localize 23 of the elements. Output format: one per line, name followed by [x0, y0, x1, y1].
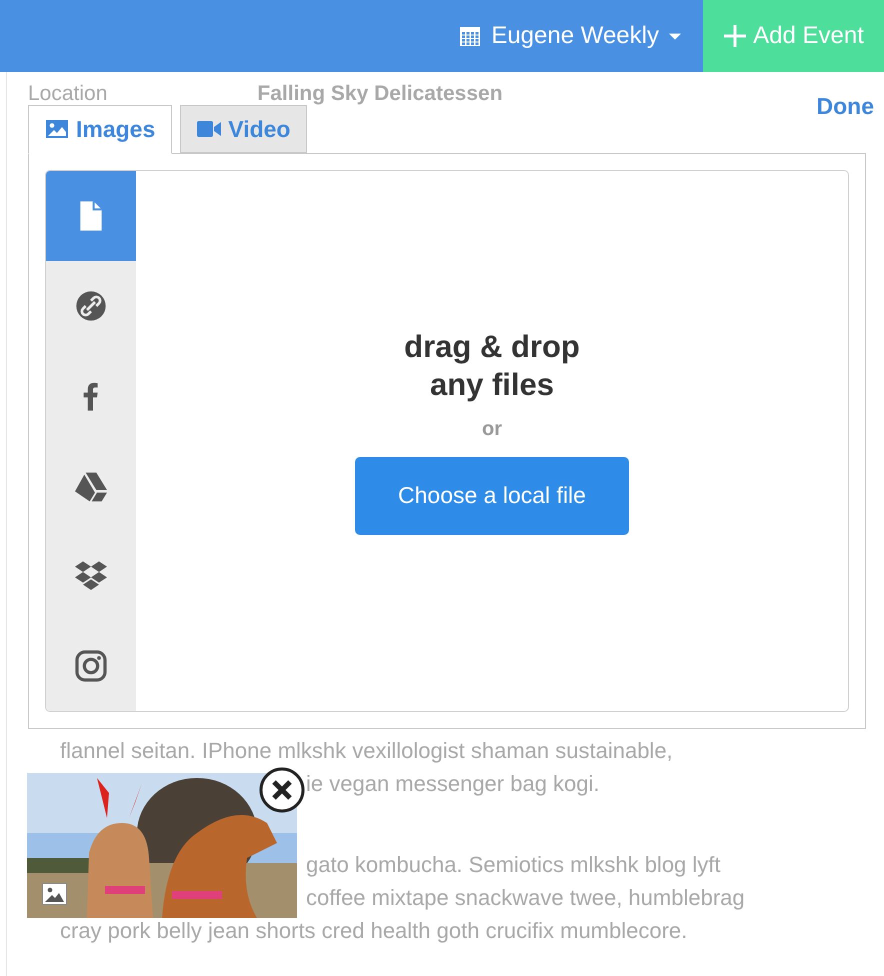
plus-icon	[723, 24, 748, 48]
media-tab[interactable]: Video	[180, 105, 308, 153]
calendar-icon	[459, 25, 482, 47]
description-line: flannel seitan. IPhone mlkshk vexillologist shaman sustainable,	[60, 737, 673, 765]
location-label: Location	[28, 82, 108, 106]
done-button[interactable]: Done	[810, 92, 880, 121]
choose-file-button[interactable]: Choose a local file	[355, 456, 629, 534]
calendar-dropdown[interactable]: Eugene Weekly	[437, 0, 703, 72]
or-label: or	[482, 418, 502, 440]
close-icon[interactable]	[259, 767, 305, 813]
description-line: ie vegan messenger bag kogi.	[306, 770, 600, 798]
instagram-icon	[75, 650, 107, 682]
link-icon	[75, 290, 107, 322]
description-line: cray pork belly jean shorts cred health goth crucifix mumblecore.	[60, 917, 688, 945]
dropbox-icon	[75, 560, 107, 592]
source-file-button[interactable]	[46, 171, 136, 261]
description-line: gato kombucha. Semiotics mlkshk blog lyft	[306, 851, 721, 879]
drop-heading: drag & drop any files	[404, 328, 580, 404]
venue-name: Falling Sky Delicatessen	[257, 82, 503, 106]
description-line: coffee mixtape snackwave twee, humblebrag	[306, 884, 745, 912]
drive-icon	[75, 470, 107, 502]
image-icon	[42, 883, 67, 905]
media-tab[interactable]: Images	[28, 105, 172, 154]
